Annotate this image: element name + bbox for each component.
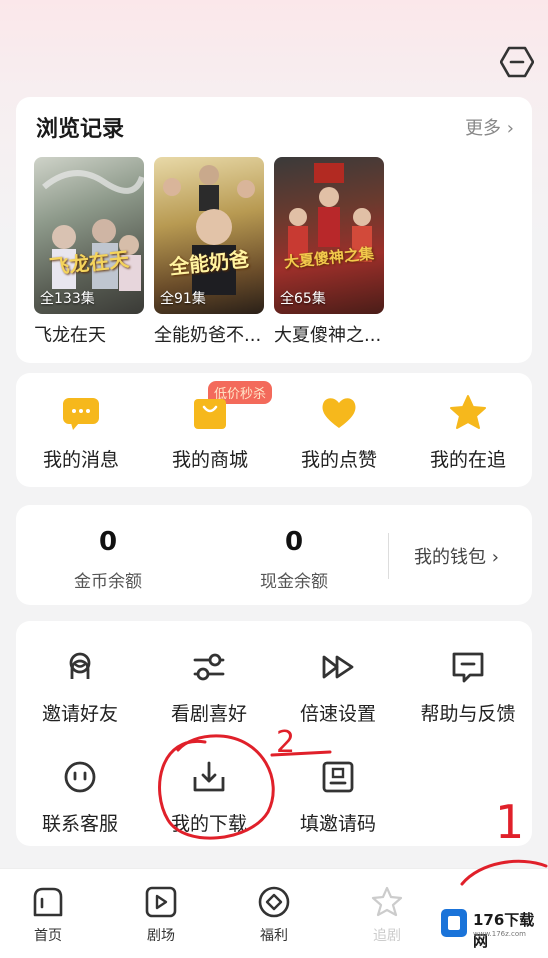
poster-thumbnail[interactable]: 全能奶爸 全91集 [154, 157, 264, 314]
divider [388, 533, 389, 579]
tab-label: 剧场 [147, 928, 175, 944]
my-store-button[interactable]: 我的商城 [155, 393, 265, 472]
viewing-preference-button[interactable]: 看剧喜好 [149, 649, 269, 726]
invite-icon [62, 649, 98, 685]
history-title: 浏览记录 [36, 117, 125, 142]
heart-icon [319, 393, 359, 433]
cash-balance-value: 0 [284, 527, 304, 557]
tool-label: 我的下载 [170, 813, 247, 835]
quick-label: 我的在追 [429, 449, 506, 471]
episode-count: 全133集 [40, 291, 95, 307]
poster-thumbnail[interactable]: 飞龙在天 全133集 [34, 157, 144, 314]
my-wallet-link[interactable]: 我的钱包 › [414, 543, 499, 569]
download-icon [191, 759, 227, 795]
watermark-logo: 176下载网 www.176z.com [437, 905, 547, 950]
quick-label: 我的点赞 [300, 449, 377, 471]
quick-label: 我的商城 [171, 449, 248, 471]
settings-icon[interactable] [499, 46, 535, 78]
message-icon [61, 393, 101, 433]
customer-service-button[interactable]: 联系客服 [20, 759, 140, 836]
site-logo-icon [441, 909, 467, 937]
tool-label: 看剧喜好 [170, 703, 247, 725]
home-icon [31, 885, 65, 919]
quick-actions-card: 低价秒杀 我的消息 我的商城 我的点赞 我的在追 [16, 373, 532, 487]
coin-balance-label: 金币余额 [74, 572, 142, 592]
tool-label: 邀请好友 [41, 703, 118, 725]
coin-balance-value: 0 [98, 527, 118, 557]
tool-label: 联系客服 [41, 813, 118, 835]
preference-icon [191, 649, 227, 685]
history-more-link[interactable]: 更多 › [465, 114, 514, 140]
history-card: 浏览记录 更多 › 飞龙在天 全133集 全能奶爸 全91集 大夏傻神之集 全6… [16, 97, 532, 363]
episode-count: 全91集 [160, 291, 206, 307]
chevron-right-icon: › [491, 547, 499, 568]
my-likes-button[interactable]: 我的点赞 [284, 393, 394, 472]
tool-label: 帮助与反馈 [420, 703, 516, 725]
chevron-right-icon: › [506, 118, 514, 139]
my-messages-button[interactable]: 我的消息 [26, 393, 136, 472]
watermark-subtext: www.176z.com [473, 930, 526, 938]
my-downloads-button[interactable]: 我的下载 [149, 759, 269, 836]
speed-icon [320, 649, 356, 685]
quick-label: 我的消息 [42, 449, 119, 471]
tab-label: 首页 [34, 928, 62, 944]
tab-theater[interactable]: 剧场 [121, 885, 201, 945]
poster-thumbnail[interactable]: 大夏傻神之集 全65集 [274, 157, 384, 314]
playback-speed-button[interactable]: 倍速设置 [278, 649, 398, 726]
tab-label: 福利 [260, 928, 288, 944]
episode-count: 全65集 [280, 291, 326, 307]
tab-welfare[interactable]: 福利 [234, 885, 314, 945]
tool-label: 填邀请码 [299, 813, 376, 835]
tab-label: 追剧 [373, 928, 401, 944]
wallet-card: 0 金币余额 0 现金余额 我的钱包 › [16, 505, 532, 605]
follow-icon [370, 885, 404, 919]
tool-label: 倍速设置 [299, 703, 376, 725]
enter-invite-code-button[interactable]: 填邀请码 [278, 759, 398, 836]
drama-title[interactable]: 飞龙在天 [34, 321, 164, 347]
star-icon [448, 393, 488, 433]
cash-balance-label: 现金余额 [260, 572, 328, 592]
drama-title[interactable]: 大夏傻神之... [274, 321, 404, 347]
store-icon [190, 393, 230, 433]
tab-home[interactable]: 首页 [8, 885, 88, 945]
tools-card: 邀请好友 看剧喜好 倍速设置 帮助与反馈 联系客服 我的下载 填邀请码 [16, 621, 532, 846]
invite-code-icon [320, 759, 356, 795]
theater-icon [144, 885, 178, 919]
welfare-icon [257, 885, 291, 919]
help-feedback-button[interactable]: 帮助与反馈 [408, 649, 528, 726]
feedback-icon [450, 649, 486, 685]
drama-title[interactable]: 全能奶爸不... [154, 321, 284, 347]
invite-friends-button[interactable]: 邀请好友 [20, 649, 140, 726]
service-icon [62, 759, 98, 795]
tab-follow[interactable]: 追剧 [347, 885, 427, 945]
my-following-button[interactable]: 我的在追 [413, 393, 523, 472]
